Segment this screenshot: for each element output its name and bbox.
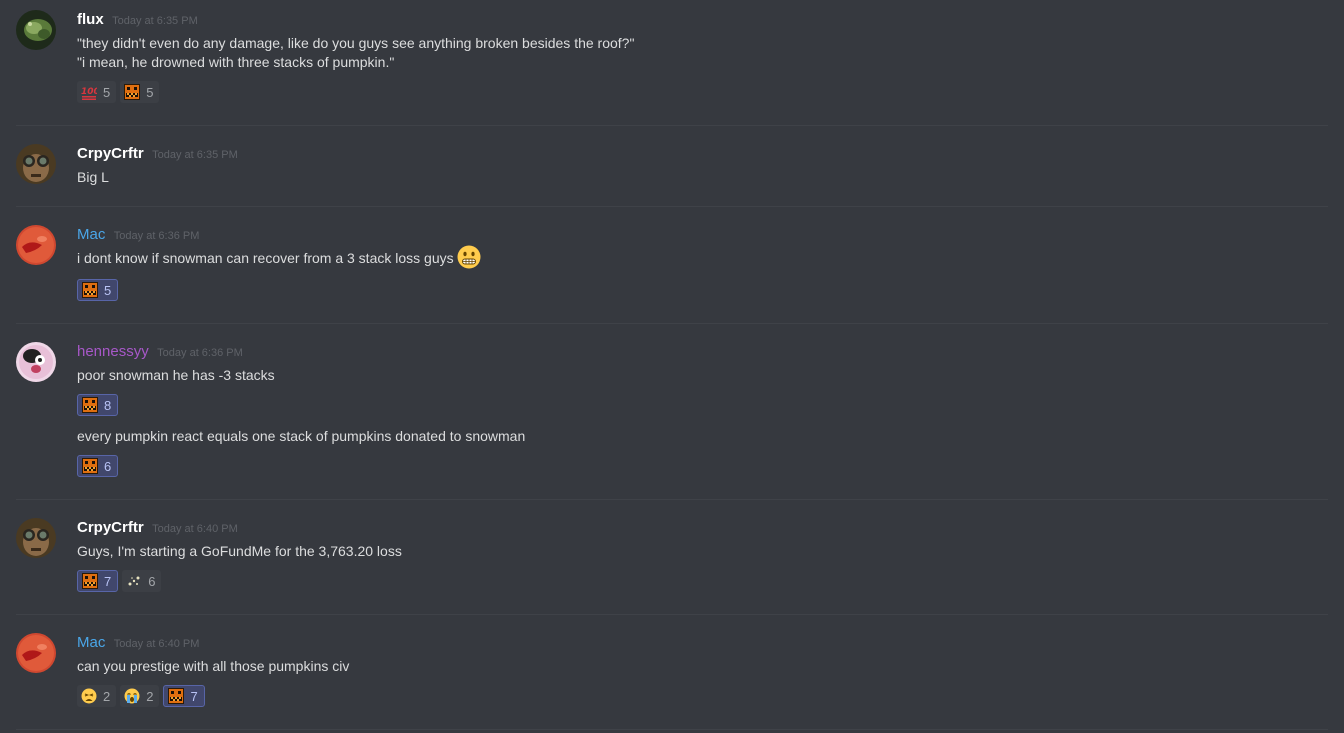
- username[interactable]: Mac: [77, 634, 105, 651]
- message-header: hennessyy Today at 6:36 PM: [77, 343, 243, 363]
- avatar-crpycrftr[interactable]: [16, 144, 56, 184]
- username[interactable]: flux: [77, 11, 104, 28]
- reaction-hundred-points[interactable]: 5: [77, 81, 117, 103]
- timestamp: Today at 6:36 PM: [113, 230, 200, 242]
- message-text: "i mean, he drowned with three stacks of…: [77, 54, 395, 70]
- pumpkin-emote-icon: [82, 282, 98, 298]
- message-text: Guys, I'm starting a GoFundMe for the 3,…: [77, 543, 402, 559]
- reaction-count: 8: [104, 397, 112, 413]
- hundred-points-icon: [81, 84, 97, 100]
- reaction-pumpkin[interactable]: 7: [77, 570, 119, 592]
- reaction-pumpkin[interactable]: 6: [77, 455, 119, 477]
- username[interactable]: CrpyCrftr: [77, 145, 144, 162]
- pumpkin-emote-icon: [124, 84, 140, 100]
- timestamp: Today at 6:35 PM: [152, 149, 238, 161]
- message-text: Big L: [77, 169, 109, 185]
- reaction-count: 2: [146, 688, 154, 704]
- message-text: can you prestige with all those pumpkins…: [77, 658, 350, 674]
- avatar-hennessyy[interactable]: [16, 342, 56, 382]
- reaction-count: 5: [104, 282, 112, 298]
- pumpkin-emote-icon: [82, 458, 98, 474]
- tired-face-icon: [81, 688, 97, 704]
- timestamp: Today at 6:40 PM: [152, 523, 238, 535]
- message-header: Mac Today at 6:40 PM: [77, 634, 199, 654]
- message-divider: [16, 499, 1328, 500]
- grimacing-face-icon: [457, 245, 481, 269]
- message-text: i dont know if snowman can recover from …: [77, 249, 481, 269]
- message-text-content: i dont know if snowman can recover from …: [77, 250, 454, 266]
- pumpkin-emote-icon: [168, 688, 184, 704]
- reaction-crying-face[interactable]: 2: [120, 685, 160, 707]
- reaction-count: 6: [104, 458, 112, 474]
- sparkle-emote-icon: [126, 573, 142, 589]
- reaction-tired-face[interactable]: 2: [77, 685, 117, 707]
- reactions-bar: 8: [77, 394, 119, 416]
- message-divider: [16, 125, 1328, 126]
- reactions-bar: 2 2 7: [77, 685, 205, 707]
- reactions-bar: 7 6: [77, 570, 162, 592]
- reaction-pumpkin[interactable]: 8: [77, 394, 119, 416]
- reactions-bar: 6: [77, 455, 119, 477]
- message-text: "they didn't even do any damage, like do…: [77, 35, 635, 51]
- reaction-sparkle[interactable]: 6: [122, 570, 162, 592]
- avatar-crpycrftr[interactable]: [16, 518, 56, 558]
- username[interactable]: CrpyCrftr: [77, 519, 144, 536]
- message-divider: [16, 614, 1328, 615]
- reaction-count: 2: [103, 688, 111, 704]
- avatar-flux[interactable]: [16, 10, 56, 50]
- reaction-pumpkin[interactable]: 5: [77, 279, 119, 301]
- reaction-pumpkin[interactable]: 5: [120, 81, 160, 103]
- message-text: every pumpkin react equals one stack of …: [77, 428, 526, 444]
- message-header: Mac Today at 6:36 PM: [77, 226, 199, 246]
- message-divider: [16, 206, 1328, 207]
- timestamp: Today at 6:35 PM: [112, 15, 198, 27]
- message-divider: [16, 729, 1328, 730]
- avatar-mac[interactable]: [16, 225, 56, 265]
- reaction-count: 7: [104, 573, 112, 589]
- username[interactable]: hennessyy: [77, 343, 149, 360]
- reactions-bar: 5 5: [77, 81, 160, 103]
- username[interactable]: Mac: [77, 226, 105, 243]
- reaction-count: 5: [103, 84, 111, 100]
- message-header: CrpyCrftr Today at 6:40 PM: [77, 519, 238, 539]
- pumpkin-emote-icon: [82, 573, 98, 589]
- avatar-mac[interactable]: [16, 633, 56, 673]
- reaction-count: 6: [148, 573, 156, 589]
- message-text: poor snowman he has -3 stacks: [77, 367, 275, 383]
- pumpkin-emote-icon: [82, 397, 98, 413]
- reaction-count: 7: [190, 688, 198, 704]
- timestamp: Today at 6:40 PM: [113, 638, 200, 650]
- reactions-bar: 5: [77, 279, 119, 301]
- chat-messages: 100: [0, 0, 1344, 733]
- message-header: CrpyCrftr Today at 6:35 PM: [77, 145, 238, 165]
- reaction-pumpkin[interactable]: 7: [163, 685, 205, 707]
- message-header: flux Today at 6:35 PM: [77, 11, 198, 31]
- message-divider: [16, 323, 1328, 324]
- crying-face-icon: [124, 688, 140, 704]
- timestamp: Today at 6:36 PM: [157, 347, 243, 359]
- reaction-count: 5: [146, 84, 154, 100]
